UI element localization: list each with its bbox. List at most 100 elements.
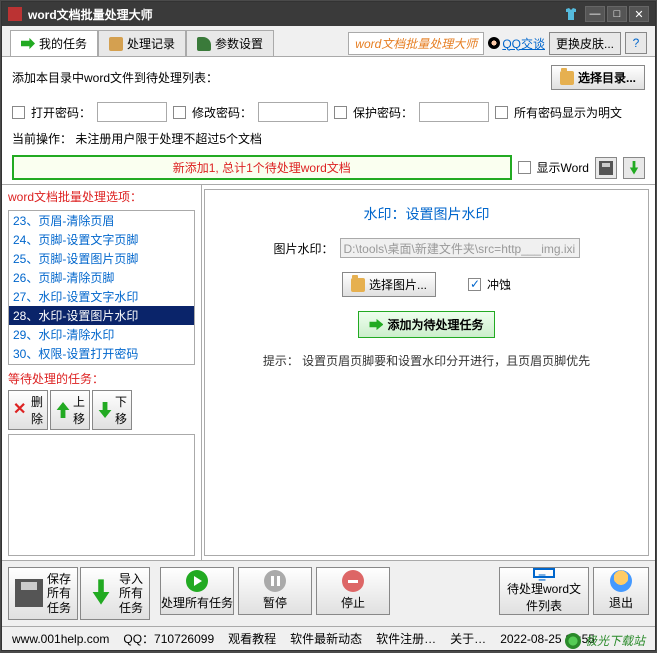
stop-button[interactable]: 停止 [316,567,390,615]
image-watermark-label: 图片水印： [273,240,333,257]
option-item[interactable]: 26、页脚-清除页脚 [9,268,194,287]
select-image-label: 选择图片... [369,276,427,293]
download-icon [627,161,641,175]
plaintext-checkbox[interactable] [495,106,508,119]
current-op-value: 未注册用户限于处理不超过5个文档 [75,132,262,146]
bottom-toolbar: 保存 所有 任务 导入 所有 任务 处理所有任务 暂停 停止 [2,560,655,626]
open-password-label: 打开密码： [31,104,91,121]
floppy-icon [599,161,613,175]
hint-prefix: 提示： [263,354,299,368]
exit-icon [610,570,632,592]
run-all-label: 处理所有任务 [161,594,233,611]
tutorial-link[interactable]: 观看教程 [228,630,276,647]
save-button[interactable] [595,157,617,179]
save-all-tasks-button[interactable]: 保存 所有 任务 [8,567,78,620]
watermark-icon [565,633,581,649]
tab-my-tasks[interactable]: 我的任务 [10,30,98,56]
list-icon [533,568,555,578]
left-panel: word文档批量处理选项： 23、页眉-清除页眉24、页脚-设置文字页脚25、页… [2,185,202,560]
pending-tasks-title: 等待处理的任务： [2,367,201,390]
select-dir-label: 选择目录... [578,69,636,86]
open-password-input[interactable] [97,102,167,122]
washout-checkbox[interactable] [468,278,481,291]
tab-label: 我的任务 [39,35,87,52]
save-all-label: 保存 所有 任务 [47,572,71,615]
brand-label: word文档批量处理大师 [348,32,484,55]
shirt-icon[interactable] [563,6,579,22]
skin-button[interactable]: 更换皮肤... [549,32,621,55]
protect-password-checkbox[interactable] [334,106,347,119]
about-link[interactable]: 关于… [450,630,486,647]
arrow-up-icon [55,402,71,418]
tab-history[interactable]: 处理记录 [98,30,186,56]
option-item[interactable]: 30、权限-设置打开密码 [9,344,194,363]
option-item[interactable]: 31、权限-设置修改密码 [9,363,194,365]
window-title: word文档批量处理大师 [28,6,153,23]
exit-button[interactable]: 退出 [593,567,649,615]
plaintext-label: 所有密码显示为明文 [514,104,622,121]
add-to-pending-button[interactable]: 添加为待处理任务 [358,311,494,338]
move-down-button[interactable]: 下 移 [92,390,132,430]
modify-password-label: 修改密码： [192,104,252,121]
option-item[interactable]: 27、水印-设置文字水印 [9,287,194,306]
close-button[interactable]: ✕ [629,6,649,22]
register-link[interactable]: 软件注册… [376,630,436,647]
option-item[interactable]: 28、水印-设置图片水印 [9,306,194,325]
briefcase-icon [109,37,123,51]
pause-button[interactable]: 暂停 [238,567,312,615]
panel-heading: 水印：设置图片水印 [364,200,490,224]
modify-password-input[interactable] [258,102,328,122]
protect-password-label: 保护密码： [353,104,413,121]
maximize-button[interactable]: □ [607,6,627,22]
qq-chat-link[interactable]: QQ交谈 [488,35,545,52]
washout-label: 冲蚀 [487,276,511,293]
move-up-button[interactable]: 上 移 [50,390,90,430]
site-watermark: 极光下载站 [565,632,645,649]
select-image-button[interactable]: 选择图片... [342,272,436,297]
open-password-checkbox[interactable] [12,106,25,119]
option-item[interactable]: 23、页眉-清除页眉 [9,211,194,230]
pause-icon [264,570,286,592]
modify-password-checkbox[interactable] [173,106,186,119]
import-all-tasks-button[interactable]: 导入 所有 任务 [80,567,150,620]
pause-label: 暂停 [263,594,287,611]
down-label: 下 移 [115,393,127,427]
qq-number[interactable]: QQ：710726099 [123,630,214,647]
news-link[interactable]: 软件最新动态 [290,630,362,647]
delete-task-button[interactable]: ✕删 除 [8,390,48,430]
arrow-down-icon [97,402,113,418]
current-op-label: 当前操作： [12,132,72,146]
show-word-checkbox[interactable] [518,161,531,174]
select-dir-button[interactable]: 选择目录... [551,65,645,90]
qq-link-label: QQ交谈 [502,35,545,52]
pending-list-button[interactable]: 待处理word文 件列表 [499,567,589,615]
run-all-button[interactable]: 处理所有任务 [160,567,234,615]
add-files-label: 添加本目录中word文件到待处理列表： [12,69,218,86]
pending-tasks-list[interactable] [8,434,195,556]
app-icon [8,7,22,21]
tab-label: 参数设置 [215,35,263,52]
help-button[interactable]: ? [625,32,647,54]
hint-text: 提示： 设置页眉页脚要和设置水印分开进行，且页眉页脚优先 [263,352,590,371]
option-item[interactable]: 25、页脚-设置图片页脚 [9,249,194,268]
folder-open-icon [351,278,365,292]
download-icon [87,579,115,607]
play-icon [186,570,208,592]
folder-open-icon [560,71,574,85]
stop-icon [342,570,364,592]
download-button[interactable] [623,157,645,179]
option-item[interactable]: 29、水印-清除水印 [9,325,194,344]
statusbar: www.001help.com QQ：710726099 观看教程 软件最新动态… [2,626,655,650]
minimize-button[interactable]: — [585,6,605,22]
show-word-label: 显示Word [537,159,589,176]
status-message: 新添加1, 总计1个待处理word文档 [12,155,512,180]
exit-label: 退出 [609,594,633,611]
pending-list-label: 待处理word文 件列表 [507,580,581,614]
app-window: word文档批量处理大师 — □ ✕ 我的任务 处理记录 参数设置 word文档… [1,1,656,651]
options-list[interactable]: 23、页眉-清除页眉24、页脚-设置文字页脚25、页脚-设置图片页脚26、页脚-… [8,210,195,365]
protect-password-input[interactable] [419,102,489,122]
tab-settings[interactable]: 参数设置 [186,30,274,56]
import-all-label: 导入 所有 任务 [119,572,143,615]
website-link[interactable]: www.001help.com [12,632,109,646]
option-item[interactable]: 24、页脚-设置文字页脚 [9,230,194,249]
